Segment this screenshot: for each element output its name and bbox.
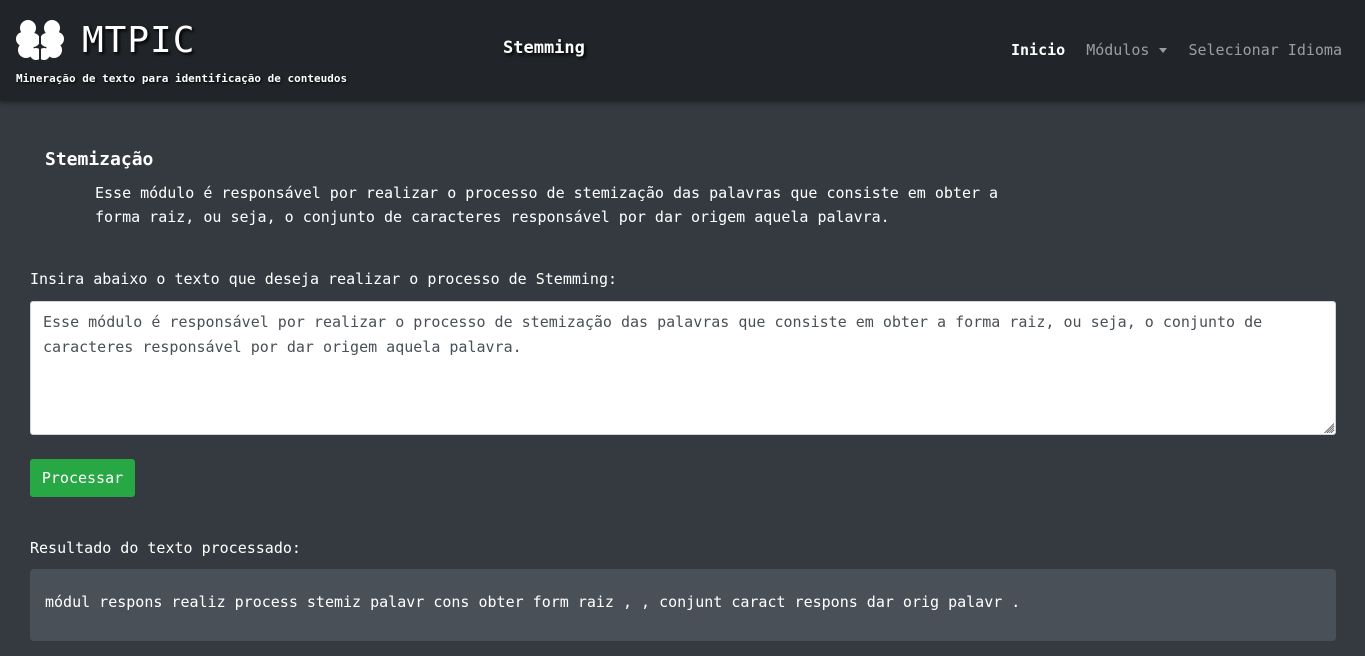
section-description: Esse módulo é responsável por realizar o… <box>95 184 999 226</box>
input-label: Insira abaixo o texto que deseja realiza… <box>30 270 617 288</box>
nav-dropdown-modulos[interactable]: Módulos <box>1086 41 1168 59</box>
navbar: MTPIC Mineração de texto para identifica… <box>0 0 1365 101</box>
result-text: módul respons realiz process stemiz pala… <box>45 593 1021 611</box>
section-title: Stemização <box>45 149 154 170</box>
page-heading: Stemming <box>503 38 585 58</box>
nav-dropdown-modulos-label: Módulos <box>1086 41 1150 59</box>
result-box: módul respons realiz process stemiz pala… <box>30 569 1336 641</box>
text-input[interactable]: Esse módulo é responsável por realizar o… <box>30 301 1336 435</box>
nav-link-idioma[interactable]: Selecionar Idioma <box>1188 41 1342 59</box>
brand-subtitle: Mineração de texto para identificação de… <box>16 72 348 85</box>
nav-links: Inicio Módulos Selecionar Idioma <box>999 41 1342 59</box>
nav-link-inicio[interactable]: Inicio <box>1011 41 1065 59</box>
brand-title: MTPIC <box>82 20 196 61</box>
result-label: Resultado do texto processado: <box>30 539 301 557</box>
brain-icon <box>16 20 64 60</box>
process-button[interactable]: Processar <box>30 459 135 497</box>
caret-down-icon <box>1159 48 1168 53</box>
